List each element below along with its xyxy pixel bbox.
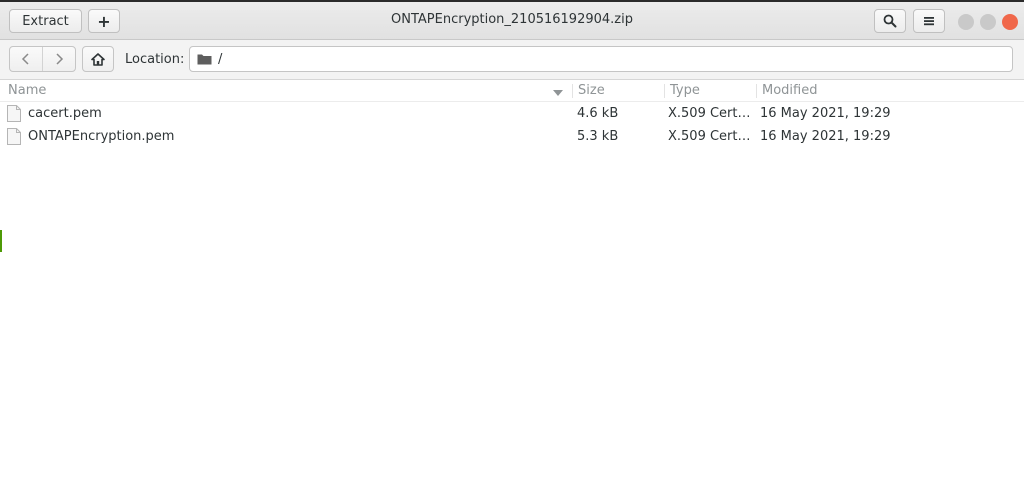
menu-button[interactable] xyxy=(913,9,945,33)
file-size: 4.6 kB xyxy=(577,106,619,121)
file-type: X.509 Certi… xyxy=(668,129,752,144)
file-type: X.509 Certi… xyxy=(668,106,752,121)
archive-manager-window: Extract + ONTAPEncryption_210516192904.z… xyxy=(0,0,1024,493)
search-icon xyxy=(883,14,897,28)
background-window-edge xyxy=(0,230,2,252)
file-row[interactable]: cacert.pem 4.6 kB X.509 Certi… 16 May 20… xyxy=(0,103,1024,126)
hamburger-menu-icon xyxy=(924,17,934,26)
file-row[interactable]: ONTAPEncryption.pem 5.3 kB X.509 Certi… … xyxy=(0,126,1024,149)
location-field[interactable]: / xyxy=(189,46,1013,72)
forward-button[interactable] xyxy=(42,47,75,71)
close-button[interactable] xyxy=(1002,14,1018,30)
column-separator xyxy=(572,84,573,98)
document-file-icon xyxy=(7,105,21,126)
file-name: ONTAPEncryption.pem xyxy=(28,129,175,144)
sort-descending-icon xyxy=(553,86,563,101)
column-separator xyxy=(664,84,665,98)
document-file-icon xyxy=(7,128,21,149)
column-size-header[interactable]: Size xyxy=(578,83,605,98)
home-button[interactable] xyxy=(82,46,114,72)
add-files-button[interactable]: + xyxy=(88,9,120,33)
maximize-button[interactable] xyxy=(980,14,996,30)
column-modified-header[interactable]: Modified xyxy=(762,83,817,98)
column-separator xyxy=(756,84,757,98)
column-header: Name Size Type Modified xyxy=(0,80,1024,102)
location-label: Location: xyxy=(125,52,185,67)
column-name-header[interactable]: Name xyxy=(8,83,46,98)
home-icon xyxy=(91,52,105,66)
folder-icon xyxy=(197,54,212,65)
extract-button[interactable]: Extract xyxy=(9,9,82,33)
chevron-left-icon xyxy=(21,53,29,65)
file-name: cacert.pem xyxy=(28,106,102,121)
file-size: 5.3 kB xyxy=(577,129,619,144)
back-button[interactable] xyxy=(10,47,42,71)
window-title: ONTAPEncryption_210516192904.zip xyxy=(391,12,633,27)
minimize-button[interactable] xyxy=(958,14,974,30)
chevron-right-icon xyxy=(56,53,64,65)
location-path: / xyxy=(218,51,223,67)
column-type-header[interactable]: Type xyxy=(670,83,700,98)
header-bar: Extract + ONTAPEncryption_210516192904.z… xyxy=(0,2,1024,40)
file-modified: 16 May 2021, 19:29 xyxy=(760,106,891,121)
navigation-buttons xyxy=(9,46,76,72)
location-bar: Location: / xyxy=(0,40,1024,80)
search-button[interactable] xyxy=(874,9,906,33)
file-modified: 16 May 2021, 19:29 xyxy=(760,129,891,144)
